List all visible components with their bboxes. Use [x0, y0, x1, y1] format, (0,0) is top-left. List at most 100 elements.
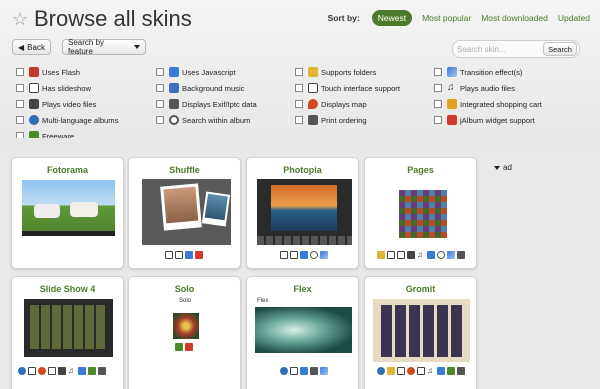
feature-label: Background music [182, 83, 245, 93]
skin-card-pages[interactable]: Pages ♫ [364, 157, 477, 269]
skin-preview-flower [173, 313, 199, 339]
map-pin-icon [38, 367, 46, 375]
music-icon [169, 83, 179, 93]
skin-card-gromit[interactable]: Gromit ♫ [364, 276, 477, 389]
search-by-feature-dropdown[interactable]: Search by feature [62, 38, 146, 56]
skin-feature-icons: ♫ [18, 367, 106, 375]
skin-title: Slide Show 4 [39, 284, 96, 294]
widget-icon [447, 115, 457, 125]
feature-label: Print ordering [321, 115, 367, 125]
skin-preview-cows [22, 180, 115, 236]
video-icon [407, 251, 415, 259]
feature-shopping-cart[interactable]: Integrated shopping cart [434, 98, 542, 110]
skin-preview-child-portrait [142, 179, 231, 245]
feature-label: Touch interface support [321, 83, 400, 93]
globe-icon [29, 115, 39, 125]
skin-inner-title: Solo [179, 298, 192, 304]
checkbox[interactable] [295, 100, 303, 108]
globe-icon [18, 367, 26, 375]
skin-card-photopia[interactable]: Photopia [246, 157, 359, 269]
checkbox[interactable] [434, 100, 442, 108]
flash-icon [29, 67, 39, 77]
back-button[interactable]: ◀ Back [12, 39, 51, 55]
search-icon [169, 115, 179, 125]
feature-touch-interface[interactable]: Touch interface support [295, 82, 400, 94]
checkbox[interactable] [156, 100, 164, 108]
widget-icon [195, 251, 203, 259]
feature-widget-support[interactable]: jAlbum widget support [434, 114, 535, 126]
feature-plays-video[interactable]: Plays video files [16, 98, 96, 110]
folder-icon [308, 67, 318, 77]
skin-card-shuffle[interactable]: Shuffle [128, 157, 241, 269]
chevron-down-icon [494, 165, 500, 170]
checkbox[interactable] [156, 84, 164, 92]
back-arrow-icon: ◀ [18, 42, 25, 52]
sort-most-downloaded[interactable]: Most downloaded [481, 13, 548, 23]
feature-print-ordering[interactable]: Print ordering [295, 114, 367, 126]
search-icon [310, 251, 318, 259]
feature-transition-effects[interactable]: Transition effect(s) [434, 66, 522, 78]
skin-feature-icons [280, 367, 328, 375]
checkbox[interactable] [16, 116, 24, 124]
feature-has-slideshow[interactable]: Has slideshow [16, 82, 91, 94]
sort-newest[interactable]: Newest [371, 10, 413, 26]
ad-toggle[interactable]: ad [494, 163, 512, 172]
slideshow-icon [29, 83, 39, 93]
camera-icon [457, 251, 465, 259]
skin-card-slide-show-4[interactable]: Slide Show 4 ♫ [11, 276, 124, 389]
search-input[interactable] [457, 42, 541, 56]
feature-displays-map[interactable]: Displays map [295, 98, 367, 110]
feature-label: Plays video files [42, 99, 97, 109]
checkbox[interactable] [156, 68, 164, 76]
feature-plays-audio[interactable]: ♫ Plays audio files [434, 82, 515, 94]
feature-search-within-album[interactable]: Search within album [156, 114, 250, 126]
feature-exif-iptc[interactable]: Displays Exif/Iptc data [156, 98, 257, 110]
slideshow-icon [165, 251, 173, 259]
chevron-down-icon [134, 45, 140, 49]
feature-multi-language[interactable]: Multi-language albums [16, 114, 118, 126]
freeware-icon [88, 367, 96, 375]
touch-icon [308, 83, 318, 93]
feature-uses-flash[interactable]: Uses Flash [16, 66, 80, 78]
search-button[interactable]: Search [543, 42, 577, 56]
skin-card-fotorama[interactable]: Fotorama [11, 157, 124, 269]
sort-bar: Sort by: Newest Most popular Most downlo… [328, 10, 590, 26]
checkbox[interactable] [434, 84, 442, 92]
folder-icon [377, 251, 385, 259]
slideshow-icon [387, 251, 395, 259]
checkbox[interactable] [16, 68, 24, 76]
checkbox[interactable] [16, 100, 24, 108]
skin-preview-fern [255, 307, 352, 353]
feature-supports-folders[interactable]: Supports folders [295, 66, 376, 78]
skin-feature-icons: ♫ [377, 367, 465, 375]
sort-label: Sort by: [327, 13, 360, 23]
page-title: Browse all skins [34, 6, 192, 31]
checkbox[interactable] [16, 84, 24, 92]
touch-icon [397, 251, 405, 259]
feature-background-music[interactable]: Background music [156, 82, 244, 94]
skin-preview-photo-grid [395, 182, 451, 242]
sort-most-popular[interactable]: Most popular [422, 13, 471, 23]
skin-card-flex[interactable]: Flex Flex [246, 276, 359, 389]
audio-icon: ♫ [417, 250, 423, 259]
feature-uses-javascript[interactable]: Uses Javascript [156, 66, 236, 78]
javascript-icon [300, 367, 308, 375]
camera-icon [98, 367, 106, 375]
star-icon: ☆ [12, 9, 29, 29]
sort-updated[interactable]: Updated [558, 13, 590, 23]
checkbox[interactable] [434, 68, 442, 76]
map-pin-icon [407, 367, 415, 375]
checkbox[interactable] [295, 116, 303, 124]
checkbox[interactable] [295, 68, 303, 76]
print-icon [310, 367, 318, 375]
javascript-icon [185, 251, 193, 259]
globe-icon [377, 367, 385, 375]
checkbox[interactable] [295, 84, 303, 92]
checkbox[interactable] [434, 116, 442, 124]
audio-icon: ♫ [68, 366, 74, 375]
skin-card-solo[interactable]: Solo Solo [128, 276, 241, 389]
header: ☆ Browse all skins Sort by: Newest Most … [0, 0, 600, 150]
feature-label: Supports folders [321, 67, 377, 77]
checkbox[interactable] [156, 116, 164, 124]
print-icon [308, 115, 318, 125]
